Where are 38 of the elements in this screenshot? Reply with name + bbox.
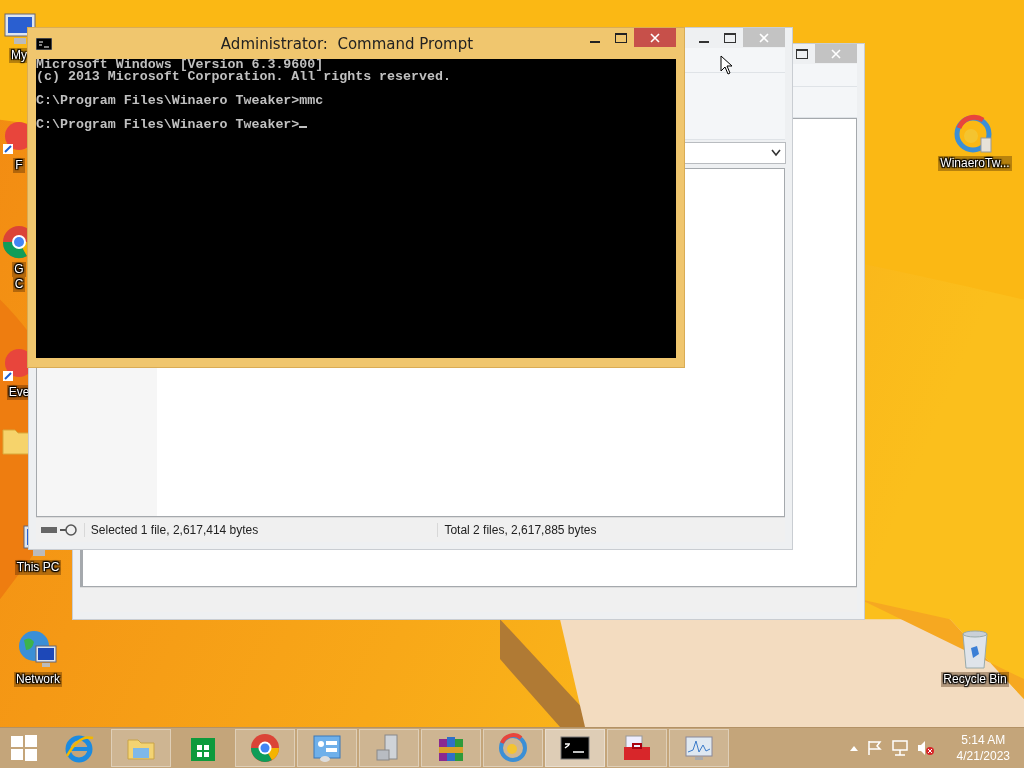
caret-up-icon (848, 744, 859, 752)
chevron-down-icon (771, 149, 781, 157)
maximize-icon (615, 32, 627, 43)
chrome-icon (249, 732, 281, 764)
icon-label: This PC (14, 560, 62, 575)
control-panel-icon (311, 733, 343, 763)
swirl-icon (497, 732, 529, 764)
network-icon (890, 740, 909, 756)
console-line: C:\Program Files\Winaero Tweaker>mmc (36, 95, 325, 107)
clock-date: 4/21/2023 (956, 748, 1010, 764)
window-title: Administrator: Command Prompt (219, 34, 475, 53)
close-icon (759, 32, 769, 43)
terminal-icon (560, 736, 590, 760)
close-icon (650, 32, 660, 43)
console-line: (c) 2013 Microsoft Corporation. All rights reserved. (36, 71, 452, 83)
icon-label: C (12, 277, 26, 292)
dropdown[interactable] (684, 142, 786, 164)
console-line: Microsoft Windows [Version 6.3.9600] (36, 59, 324, 71)
close-icon (831, 48, 841, 59)
taskbar-button[interactable] (607, 729, 667, 767)
performance-monitor-icon (683, 733, 715, 763)
maximize-icon (724, 32, 736, 43)
status-text: Selected 1 file, 2,617,414 bytes (83, 523, 438, 537)
icon-label: WinaeroTw... (938, 156, 1012, 171)
drive-icon (40, 523, 80, 537)
icon-label: Network (14, 672, 62, 687)
icon-label: G (12, 262, 26, 277)
toolbox-icon (621, 733, 653, 763)
icon-label: Recycle Bin (941, 672, 1009, 687)
taskbar-button[interactable] (545, 729, 605, 767)
muted-speaker-icon (916, 740, 935, 756)
maximize-icon (796, 48, 808, 59)
console-line: C:\Program Files\Winaero Tweaker> (36, 119, 676, 131)
terminal-icon (36, 37, 52, 50)
status-text: Total 2 files, 2,617,885 bytes (437, 523, 785, 537)
flag-icon (866, 740, 883, 756)
clock-time: 5:14 AM (961, 732, 1006, 748)
windows-logo-icon (10, 734, 38, 762)
